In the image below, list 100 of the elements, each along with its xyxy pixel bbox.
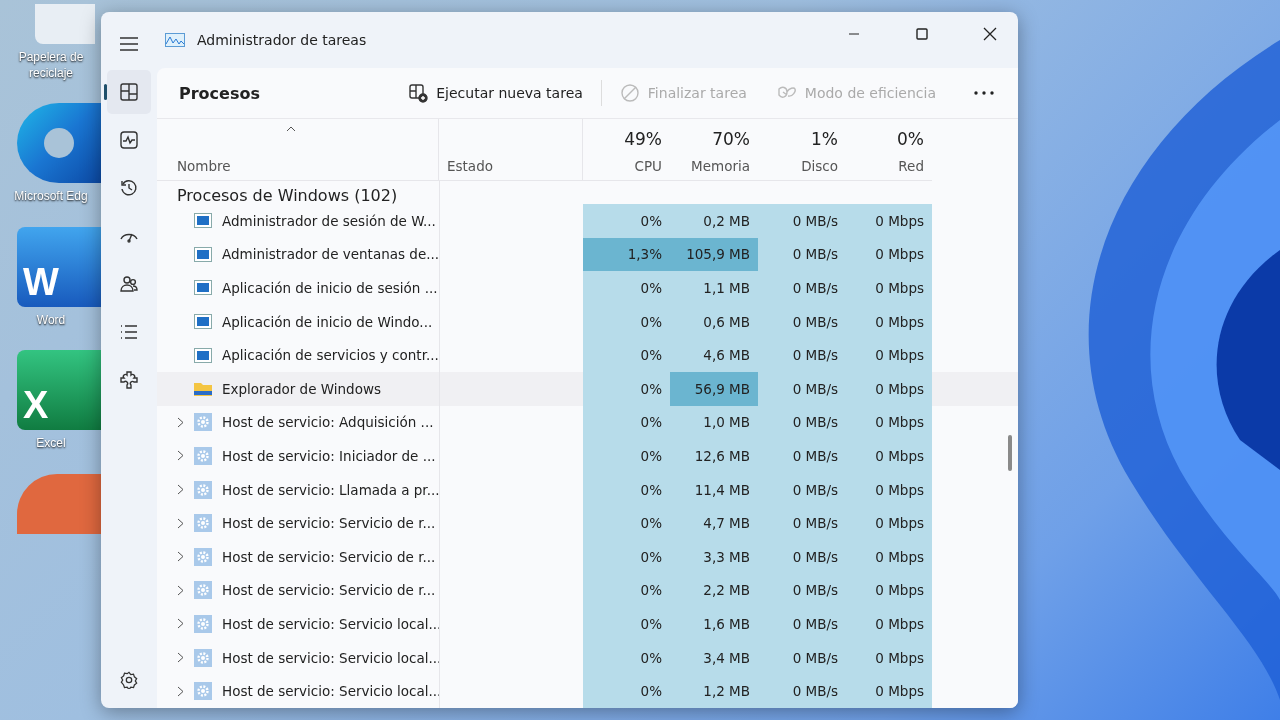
browser-logo-icon[interactable] xyxy=(17,103,101,184)
window-app-icon xyxy=(194,213,212,229)
table-cell: 0 MB/s xyxy=(758,304,846,339)
window-app-icon xyxy=(194,280,212,296)
process-name: Administrador de ventanas de... xyxy=(222,246,440,263)
process-name: Aplicación de servicios y contr... xyxy=(222,347,439,364)
column-header[interactable]: Estado xyxy=(439,119,583,180)
window-app-icon xyxy=(194,314,212,330)
table-cell: 0 Mbps xyxy=(846,607,932,641)
pulse-chart-icon xyxy=(119,130,139,150)
users-icon xyxy=(119,274,139,294)
gear-icon xyxy=(194,581,212,600)
table-cell: 0% xyxy=(583,439,670,473)
puzzle-icon xyxy=(119,370,139,390)
expand-chevron-icon[interactable] xyxy=(177,450,184,462)
expand-chevron-icon[interactable] xyxy=(177,685,184,697)
table-cell: 0% xyxy=(583,271,670,305)
column-header[interactable]: 1% Disco xyxy=(758,119,846,180)
process-name: Explorador de Windows xyxy=(222,380,382,397)
process-row[interactable]: Aplicación de servicios y contr... 0% 4,6 MB 0 MB/s 0 Mbps xyxy=(157,338,932,372)
gear-icon xyxy=(194,547,212,566)
process-row[interactable]: Administrador de ventanas de... 1,3% 105,9 MB 0 MB/s 0 Mbps xyxy=(157,237,932,272)
process-row[interactable]: Host de servicio: Adquisición ... 0% 1,0 MB 0 MB/s 0 Mbps xyxy=(157,405,932,440)
process-name: Host de servicio: Servicio de r... xyxy=(222,548,436,565)
process-row[interactable]: Administrador de sesión de W... 0% 0,2 MB 0 MB/s 0 Mbps xyxy=(157,204,932,238)
column-header[interactable]: Nombre xyxy=(157,119,439,180)
table-cell: 0% xyxy=(583,674,670,708)
gear-icon xyxy=(194,480,212,499)
table-cell: 0 Mbps xyxy=(846,539,932,574)
expand-chevron-icon[interactable] xyxy=(177,584,184,596)
table-cell: 12,6 MB xyxy=(670,439,758,473)
column-name: Nombre xyxy=(177,158,232,174)
word-logo-icon[interactable]: W xyxy=(17,226,101,307)
table-cell: 0 MB/s xyxy=(758,271,846,305)
table-cell: 0 Mbps xyxy=(846,640,932,675)
table-cell: 0 MB/s xyxy=(758,439,846,473)
table-cell: 0 Mbps xyxy=(846,371,932,406)
table-cell: 0 Mbps xyxy=(846,674,932,708)
new-task-icon xyxy=(408,83,429,103)
process-name: Aplicación de inicio de Windo... xyxy=(222,313,433,330)
table-cell: 0 MB/s xyxy=(758,640,846,675)
process-row[interactable]: Host de servicio: Servicio de r... 0% 3,3 MB 0 MB/s 0 Mbps xyxy=(157,539,932,574)
table-cell: 0% xyxy=(583,573,670,608)
table-cell: 1,3% xyxy=(583,237,670,272)
settings-icon xyxy=(120,671,138,689)
table-cell: 4,7 MB xyxy=(670,506,758,540)
process-row[interactable]: Host de servicio: Servicio local... 0% 1,6 MB 0 MB/s 0 Mbps xyxy=(157,607,932,641)
desktop-icon-label: Microsoft Edg xyxy=(13,189,89,205)
window-title: Administrador de tareas xyxy=(197,32,367,48)
desktop-icon-label: Excel xyxy=(35,436,67,452)
expand-chevron-icon[interactable] xyxy=(177,416,184,428)
scrollbar-thumb[interactable] xyxy=(1008,435,1012,471)
column-header[interactable]: 70% Memoria xyxy=(670,119,758,180)
column-header[interactable]: 49% CPU xyxy=(583,119,670,180)
list-icon xyxy=(119,322,139,342)
process-name: Host de servicio: Servicio de r... xyxy=(222,515,436,532)
process-row[interactable]: Aplicación de inicio de sesión ... 0% 1,1 MB 0 MB/s 0 Mbps xyxy=(157,271,932,305)
process-row[interactable]: Host de servicio: Servicio local... 0% 3,4 MB 0 MB/s 0 Mbps xyxy=(157,640,932,675)
expand-chevron-icon[interactable] xyxy=(177,652,184,663)
column-total: 0% xyxy=(897,129,924,149)
process-name: Host de servicio: Iniciador de ... xyxy=(222,447,436,464)
toolbar-button[interactable]: Ejecutar nueva tarea xyxy=(396,77,595,109)
process-row[interactable]: Host de servicio: Llamada a pr... 0% 11,4 MB 0 MB/s 0 Mbps xyxy=(157,472,932,507)
table-cell: 0% xyxy=(583,472,670,507)
process-row[interactable]: Host de servicio: Iniciador de ... 0% 12,6 MB 0 MB/s 0 Mbps xyxy=(157,439,932,473)
table-cell: 0 MB/s xyxy=(758,506,846,540)
process-name: Host de servicio: Adquisición ... xyxy=(222,414,434,431)
expand-chevron-icon[interactable] xyxy=(177,551,184,563)
column-header[interactable]: 0% Red xyxy=(846,119,932,180)
process-row[interactable]: Explorador de Windows 0% 56,9 MB 0 MB/s 0 Mbps xyxy=(157,371,1018,406)
clock-history-icon xyxy=(119,178,139,198)
column-name: Disco xyxy=(801,158,838,174)
process-name: Aplicación de inicio de sesión ... xyxy=(222,280,438,296)
expand-chevron-icon[interactable] xyxy=(177,618,184,630)
menu-icon xyxy=(120,37,138,51)
table-cell: 0 Mbps xyxy=(846,237,932,272)
column-name: CPU xyxy=(634,158,662,174)
sidebar-tab[interactable] xyxy=(107,70,151,114)
table-cell: 1,2 MB xyxy=(670,674,758,708)
process-row[interactable]: Host de servicio: Servicio local... 0% 1,2 MB 0 MB/s 0 Mbps xyxy=(157,674,932,708)
expand-chevron-icon[interactable] xyxy=(177,484,184,496)
excel-logo-icon[interactable]: X xyxy=(17,350,101,431)
table-cell: 0 MB/s xyxy=(758,338,846,372)
table-cell: 11,4 MB xyxy=(670,472,758,507)
process-row[interactable]: Host de servicio: Servicio de r... 0% 4,7 MB 0 MB/s 0 Mbps xyxy=(157,506,932,540)
table-cell: 0 Mbps xyxy=(846,506,932,540)
expand-chevron-icon[interactable] xyxy=(177,517,184,529)
table-cell: 0 MB/s xyxy=(758,204,846,238)
prohibited-icon xyxy=(619,83,640,103)
table-cell: 0 MB/s xyxy=(758,472,846,507)
process-row[interactable]: Aplicación de inicio de Windo... 0% 0,6 MB 0 MB/s 0 Mbps xyxy=(157,304,932,339)
table-cell: 0 Mbps xyxy=(846,338,932,372)
more-options-icon xyxy=(974,91,994,95)
table-cell: 0 MB/s xyxy=(758,573,846,608)
gear-icon xyxy=(194,413,212,432)
table-cell: 0% xyxy=(583,539,670,574)
process-name: Host de servicio: Servicio local... xyxy=(222,615,442,632)
process-row[interactable]: Host de servicio: Servicio de r... 0% 2,2 MB 0 MB/s 0 Mbps xyxy=(157,573,932,608)
folder-icon xyxy=(194,381,212,397)
process-name: Host de servicio: Servicio local... xyxy=(222,649,442,666)
